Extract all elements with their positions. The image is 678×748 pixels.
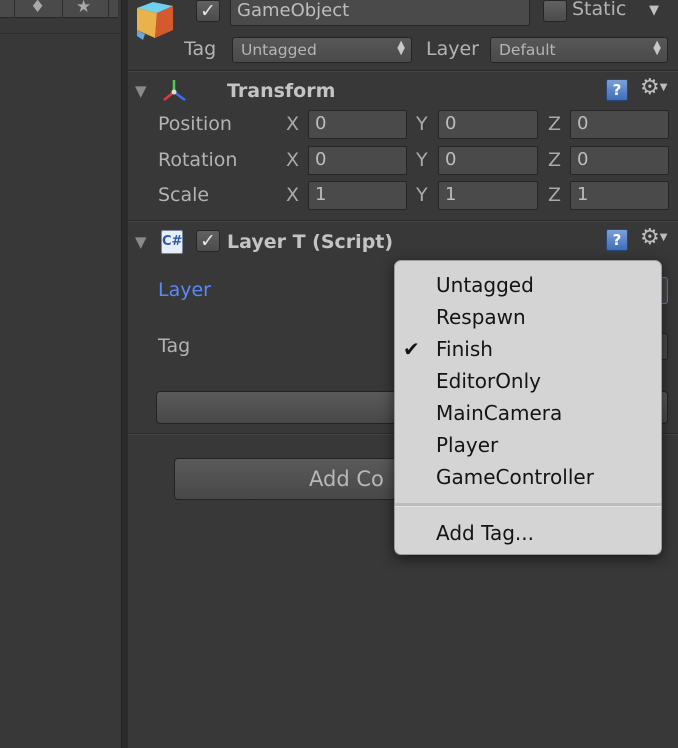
axis-z-label: Z (548, 184, 562, 206)
rotation-y-field[interactable]: 0 (438, 146, 538, 175)
position-y-field[interactable]: 0 (438, 110, 538, 139)
position-z-field[interactable]: 0 (570, 110, 669, 139)
add-component-button-label: Add Co (309, 467, 384, 491)
active-checkbox[interactable]: ✓ (196, 0, 220, 22)
layer-label: Layer (426, 38, 479, 60)
position-x-field[interactable]: 0 (308, 110, 407, 139)
menu-item-player[interactable]: Player (436, 433, 498, 457)
star-icon[interactable]: ★ (76, 0, 91, 17)
axis-x-label: X (286, 149, 300, 171)
tag-popup-value: Untagged (241, 41, 317, 59)
script-layer-label: Layer (158, 279, 211, 301)
scale-label: Scale (158, 184, 210, 206)
layer-popup[interactable]: Default ▲ ▼ (490, 37, 668, 63)
foldout-triangle-icon[interactable]: ▼ (135, 233, 147, 251)
left-toolbar: ♦ ★ (0, 0, 118, 18)
menu-item-maincamera[interactable]: MainCamera (436, 401, 562, 425)
left-panel-divider (0, 33, 121, 34)
scale-z-field[interactable]: 1 (570, 181, 669, 210)
axis-y-label: Y (416, 113, 428, 135)
position-label: Position (158, 113, 232, 135)
checkmark-icon: ✔ (403, 337, 420, 361)
panel-splitter[interactable] (121, 0, 128, 748)
updown-arrows-icon: ▲ ▼ (653, 39, 661, 57)
axis-y-label: Y (416, 149, 428, 171)
section-separator (128, 70, 678, 72)
help-book-icon[interactable]: ? (606, 79, 628, 101)
tag-popup[interactable]: Untagged ▲ ▼ (232, 37, 412, 63)
axis-z-label: Z (548, 113, 562, 135)
gameobject-cube-icon (137, 2, 173, 40)
axis-z-label: Z (548, 149, 562, 171)
menu-item-finish[interactable]: Finish (436, 337, 493, 361)
scale-y-field[interactable]: 1 (438, 181, 538, 210)
menu-item-editoronly[interactable]: EditorOnly (436, 369, 541, 393)
static-dropdown-arrow-icon[interactable]: ▼ (649, 3, 659, 18)
tag-dropdown-menu: Untagged Respawn ✔ Finish EditorOnly Mai… (394, 260, 662, 555)
rotation-x-field[interactable]: 0 (308, 146, 407, 175)
script-enabled-checkbox[interactable]: ✓ (196, 230, 220, 252)
gear-icon[interactable]: ⚙▼ (640, 227, 667, 249)
menu-item-respawn[interactable]: Respawn (436, 305, 526, 329)
updown-arrows-icon: ▲ ▼ (397, 39, 405, 57)
tag-icon[interactable]: ♦ (30, 0, 45, 17)
rotation-z-field[interactable]: 0 (570, 146, 669, 175)
menu-item-gamecontroller[interactable]: GameController (436, 465, 594, 489)
static-label: Static (572, 0, 627, 20)
object-name-field[interactable]: GameObject (230, 0, 530, 26)
script-title: Layer T (Script) (227, 231, 394, 253)
script-tag-label: Tag (158, 335, 191, 357)
static-checkbox[interactable] (543, 0, 567, 22)
axis-x-label: X (286, 184, 300, 206)
menu-item-untagged[interactable]: Untagged (436, 273, 534, 297)
tag-label: Tag (184, 38, 217, 60)
axis-y-label: Y (416, 184, 428, 206)
foldout-triangle-icon[interactable]: ▼ (135, 82, 147, 100)
scale-x-field[interactable]: 1 (308, 181, 407, 210)
menu-separator (395, 503, 661, 507)
transform-title: Transform (227, 80, 336, 102)
transform-axes-icon (163, 80, 186, 102)
csharp-script-icon: C# (161, 230, 183, 254)
axis-x-label: X (286, 113, 300, 135)
hierarchy-panel (0, 0, 128, 748)
gear-icon[interactable]: ⚙▼ (640, 77, 667, 99)
rotation-label: Rotation (158, 149, 238, 171)
help-book-icon[interactable]: ? (606, 229, 628, 251)
menu-item-add-tag[interactable]: Add Tag... (436, 521, 534, 545)
section-separator (128, 220, 678, 222)
layer-popup-value: Default (499, 41, 556, 59)
